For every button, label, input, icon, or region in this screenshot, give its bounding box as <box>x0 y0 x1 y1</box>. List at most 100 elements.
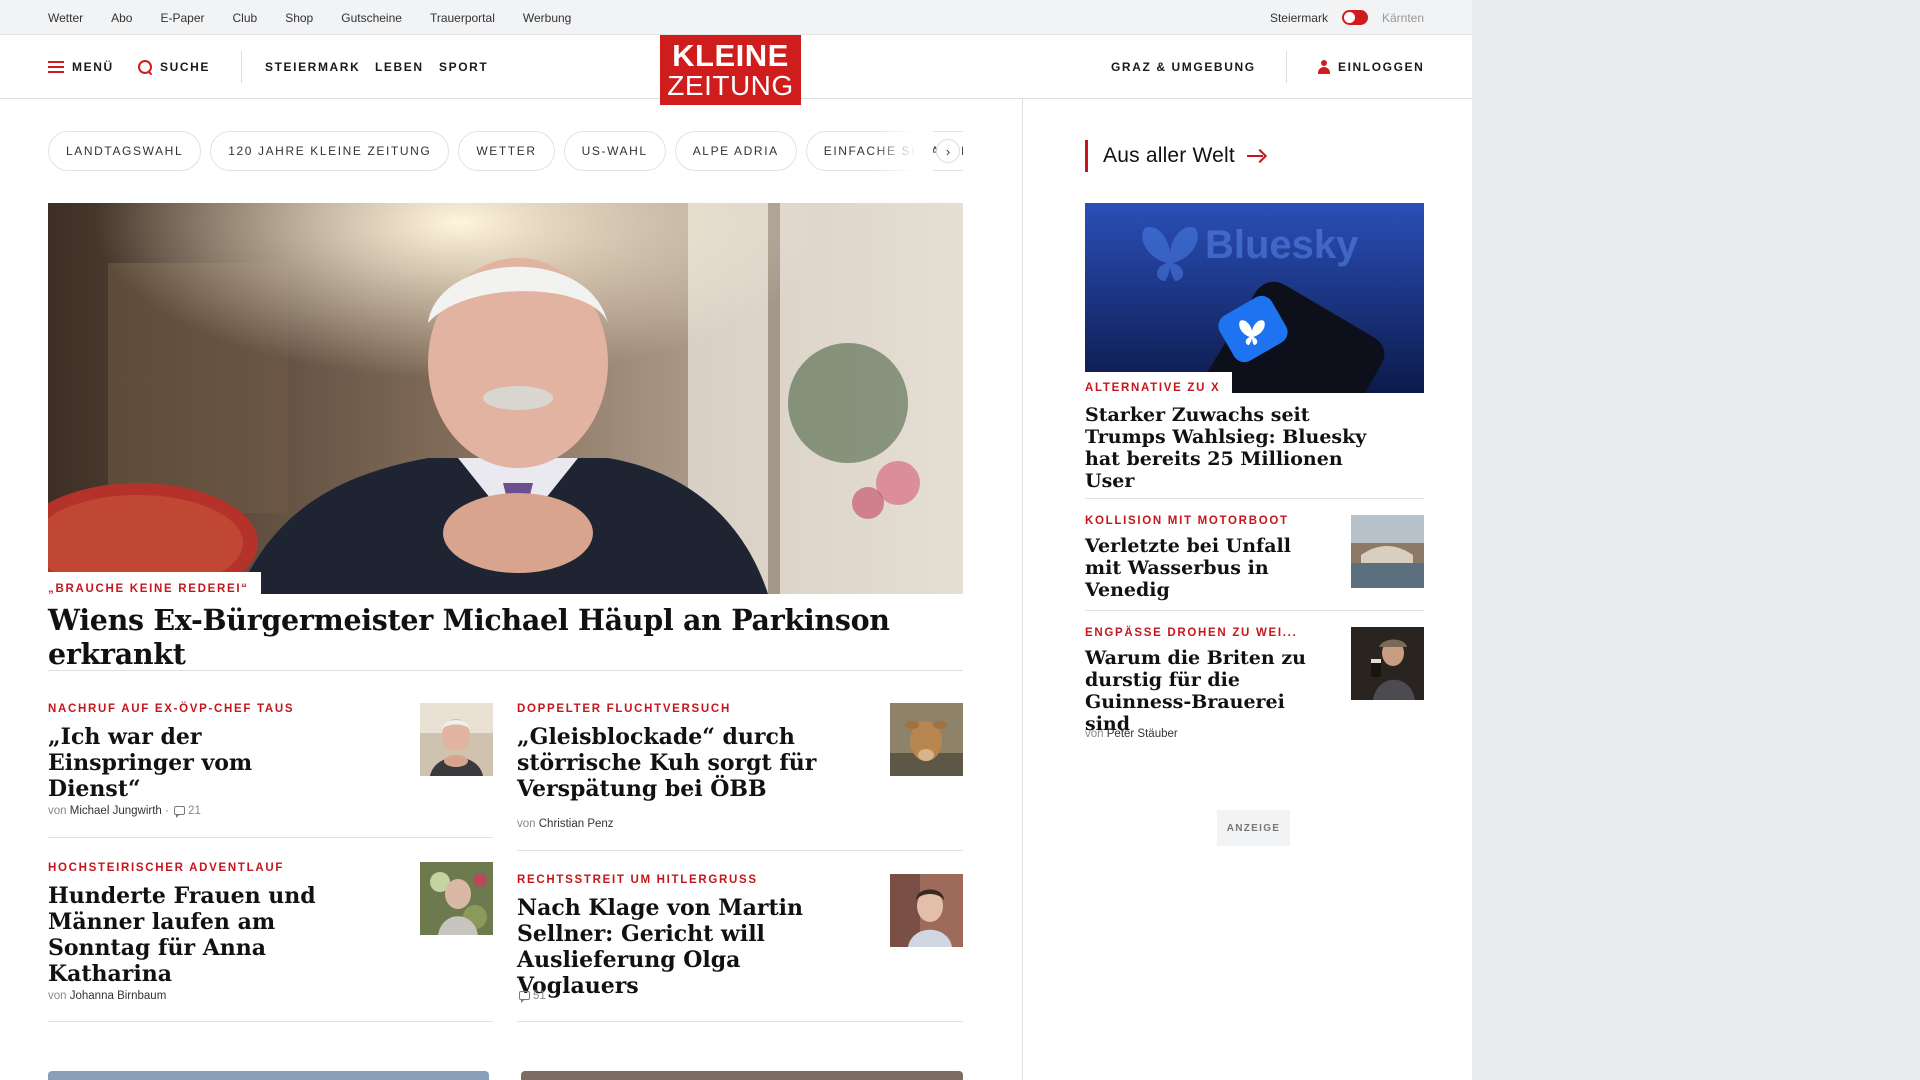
section-aus-aller-welt[interactable]: Aus aller Welt <box>1085 140 1267 172</box>
author-link[interactable]: Christian Penz <box>539 818 614 830</box>
article-byline: von Johanna Birnbaum <box>48 990 166 1002</box>
divider <box>517 1021 963 1022</box>
byline-prefix: von <box>1085 728 1104 740</box>
header-divider <box>241 51 242 83</box>
article-title[interactable]: Hunderte Frauen und Männer laufen am Son… <box>48 883 348 987</box>
arrow-right-icon <box>1246 149 1267 163</box>
article-title[interactable]: „Gleisblockade“ durch störrische Kuh sor… <box>517 724 817 802</box>
utility-link-gutscheine[interactable]: Gutscheine <box>341 11 402 25</box>
utility-link-wetter[interactable]: Wetter <box>48 11 83 25</box>
article-title[interactable]: „Ich war der Einspringer vom Dienst“ <box>48 724 348 802</box>
divider <box>1085 610 1424 611</box>
hero-title[interactable]: Wiens Ex-Bürgermeister Michael Häupl an … <box>48 603 963 671</box>
logo-line-1: KLEINE <box>672 38 789 73</box>
article-byline: von Peter Stäuber <box>1085 728 1178 740</box>
article-teaser-adventlauf[interactable]: HOCHSTEIRISCHER ADVENTLAUF Hunderte Frau… <box>48 862 348 987</box>
divider <box>1085 498 1424 499</box>
byline-separator: · <box>165 805 169 817</box>
utility-bar: Wetter Abo E-Paper Club Shop Gutscheine … <box>0 0 1472 35</box>
sidebar-lead-image[interactable]: Bluesky <box>1085 203 1424 393</box>
article-thumbnail[interactable] <box>420 862 493 935</box>
comment-count[interactable]: 21 <box>188 805 201 817</box>
menu-button[interactable]: MENÜ <box>48 35 114 99</box>
article-thumbnail[interactable] <box>1351 515 1424 588</box>
comment-icon <box>174 806 186 818</box>
article-teaser-taus[interactable]: NACHRUF AUF EX-ÖVP-CHEF TAUS „Ich war de… <box>48 703 348 802</box>
ad-label: ANZEIGE <box>1217 810 1290 846</box>
article-thumbnail[interactable] <box>890 703 963 776</box>
chip-wetter[interactable]: WETTER <box>458 131 555 171</box>
header-divider-right <box>1286 51 1287 83</box>
chip-alpe-adria[interactable]: ALPE ADRIA <box>674 131 797 171</box>
article-byline: von Michael Jungwirth · 21 <box>48 805 201 818</box>
chip-landtagswahl[interactable]: LANDTAGSWAHL <box>48 131 202 171</box>
utility-link-club[interactable]: Club <box>233 11 258 25</box>
hero-photo <box>48 203 963 594</box>
location-graz-umgebung[interactable]: GRAZ & UMGEBUNG <box>1111 35 1256 99</box>
hero-kicker-box: „BRAUCHE KEINE REDEREI“ <box>48 572 261 598</box>
article-title[interactable]: Nach Klage von Martin Sellner: Gericht w… <box>517 895 837 999</box>
page: Wetter Abo E-Paper Club Shop Gutscheine … <box>0 0 1472 1080</box>
byline-prefix: von <box>48 990 67 1002</box>
article-thumbnail[interactable] <box>420 703 493 776</box>
article-byline: 51 <box>517 990 546 1003</box>
article-kicker: DOPPELTER FLUCHTVERSUCH <box>517 703 731 715</box>
main-header: MENÜ SUCHE STEIERMARK LEBEN SPORT KLEINE… <box>0 35 1472 105</box>
utility-link-werbung[interactable]: Werbung <box>523 11 571 25</box>
bluesky-photo: Bluesky <box>1085 203 1424 393</box>
nav-leben[interactable]: LEBEN <box>375 35 424 99</box>
bluesky-wordmark: Bluesky <box>1205 223 1359 267</box>
sidebar-lead-kicker-box: ALTERNATIVE ZU X <box>1085 372 1233 396</box>
chevron-right-icon[interactable]: › <box>936 139 960 163</box>
section-title: Aus aller Welt <box>1103 144 1235 167</box>
kleine-zeitung-logo[interactable]: KLEINE ZEITUNG <box>660 35 801 105</box>
article-kicker: RECHTSSTREIT UM HITLERGRUSS <box>517 874 758 886</box>
article-thumbnail[interactable] <box>890 874 963 947</box>
hero-kicker: „BRAUCHE KEINE REDEREI“ <box>48 583 249 595</box>
article-teaser-sellner[interactable]: RECHTSSTREIT UM HITLERGRUSS Nach Klage v… <box>517 874 837 999</box>
article-thumbnail[interactable] <box>1351 627 1424 700</box>
article-title[interactable]: Verletzte bei Unfall mit Wasserbus in Ve… <box>1085 535 1325 601</box>
author-link[interactable]: Peter Stäuber <box>1107 728 1178 740</box>
comment-count[interactable]: 51 <box>533 990 546 1002</box>
sidebar-lead-kicker: ALTERNATIVE ZU X <box>1085 382 1221 394</box>
topic-chips: LANDTAGSWAHL 120 JAHRE KLEINE ZEITUNG WE… <box>48 131 963 171</box>
divider <box>48 1021 493 1022</box>
article-kicker: NACHRUF AUF EX-ÖVP-CHEF TAUS <box>48 703 295 715</box>
logo-line-2: ZEITUNG <box>667 70 794 101</box>
sidebar-teaser-guinness[interactable]: ENGPÄSSE DROHEN ZU WEI... Warum die Brit… <box>1085 627 1325 735</box>
search-button[interactable]: SUCHE <box>138 35 210 99</box>
utility-link-shop[interactable]: Shop <box>285 11 313 25</box>
login-button[interactable]: EINLOGGEN <box>1318 35 1424 99</box>
column-divider <box>1022 99 1023 1080</box>
region-kaernten[interactable]: Kärnten <box>1382 11 1424 25</box>
byline-prefix: von <box>517 818 536 830</box>
nav-sport[interactable]: SPORT <box>439 35 488 99</box>
author-link[interactable]: Johanna Birnbaum <box>70 990 167 1002</box>
region-steiermark[interactable]: Steiermark <box>1270 11 1328 25</box>
chip-us-wahl[interactable]: US-WAHL <box>563 131 666 171</box>
utility-link-trauerportal[interactable]: Trauerportal <box>430 11 495 25</box>
nav-steiermark[interactable]: STEIERMARK <box>265 35 360 99</box>
region-switch: Steiermark Kärnten <box>1270 0 1424 35</box>
sidebar-lead-title[interactable]: Starker Zuwachs seit Trumps Wahlsieg: Bl… <box>1085 404 1385 492</box>
search-label: SUCHE <box>160 60 211 74</box>
article-kicker: HOCHSTEIRISCHER ADVENTLAUF <box>48 862 285 874</box>
login-label: EINLOGGEN <box>1338 60 1425 74</box>
utility-link-epaper[interactable]: E-Paper <box>160 11 204 25</box>
region-toggle[interactable] <box>1341 10 1368 25</box>
article-teaser-kuh[interactable]: DOPPELTER FLUCHTVERSUCH „Gleisblockade“ … <box>517 703 817 802</box>
sidebar-teaser-venedig[interactable]: KOLLISION MIT MOTORBOOT Verletzte bei Un… <box>1085 515 1325 601</box>
divider <box>48 837 493 838</box>
article-image-bottom-right[interactable] <box>521 1071 963 1080</box>
utility-link-abo[interactable]: Abo <box>111 11 132 25</box>
hero-image[interactable] <box>48 203 963 594</box>
article-image-bottom-left[interactable] <box>48 1071 489 1080</box>
chip-120-jahre[interactable]: 120 JAHRE KLEINE ZEITUNG <box>210 131 450 171</box>
menu-label: MENÜ <box>72 60 114 74</box>
article-title[interactable]: Warum die Briten zu durstig für die Guin… <box>1085 647 1325 735</box>
article-byline: von Christian Penz <box>517 818 614 830</box>
byline-prefix: von <box>48 805 67 817</box>
divider <box>48 670 963 671</box>
author-link[interactable]: Michael Jungwirth <box>70 805 162 817</box>
